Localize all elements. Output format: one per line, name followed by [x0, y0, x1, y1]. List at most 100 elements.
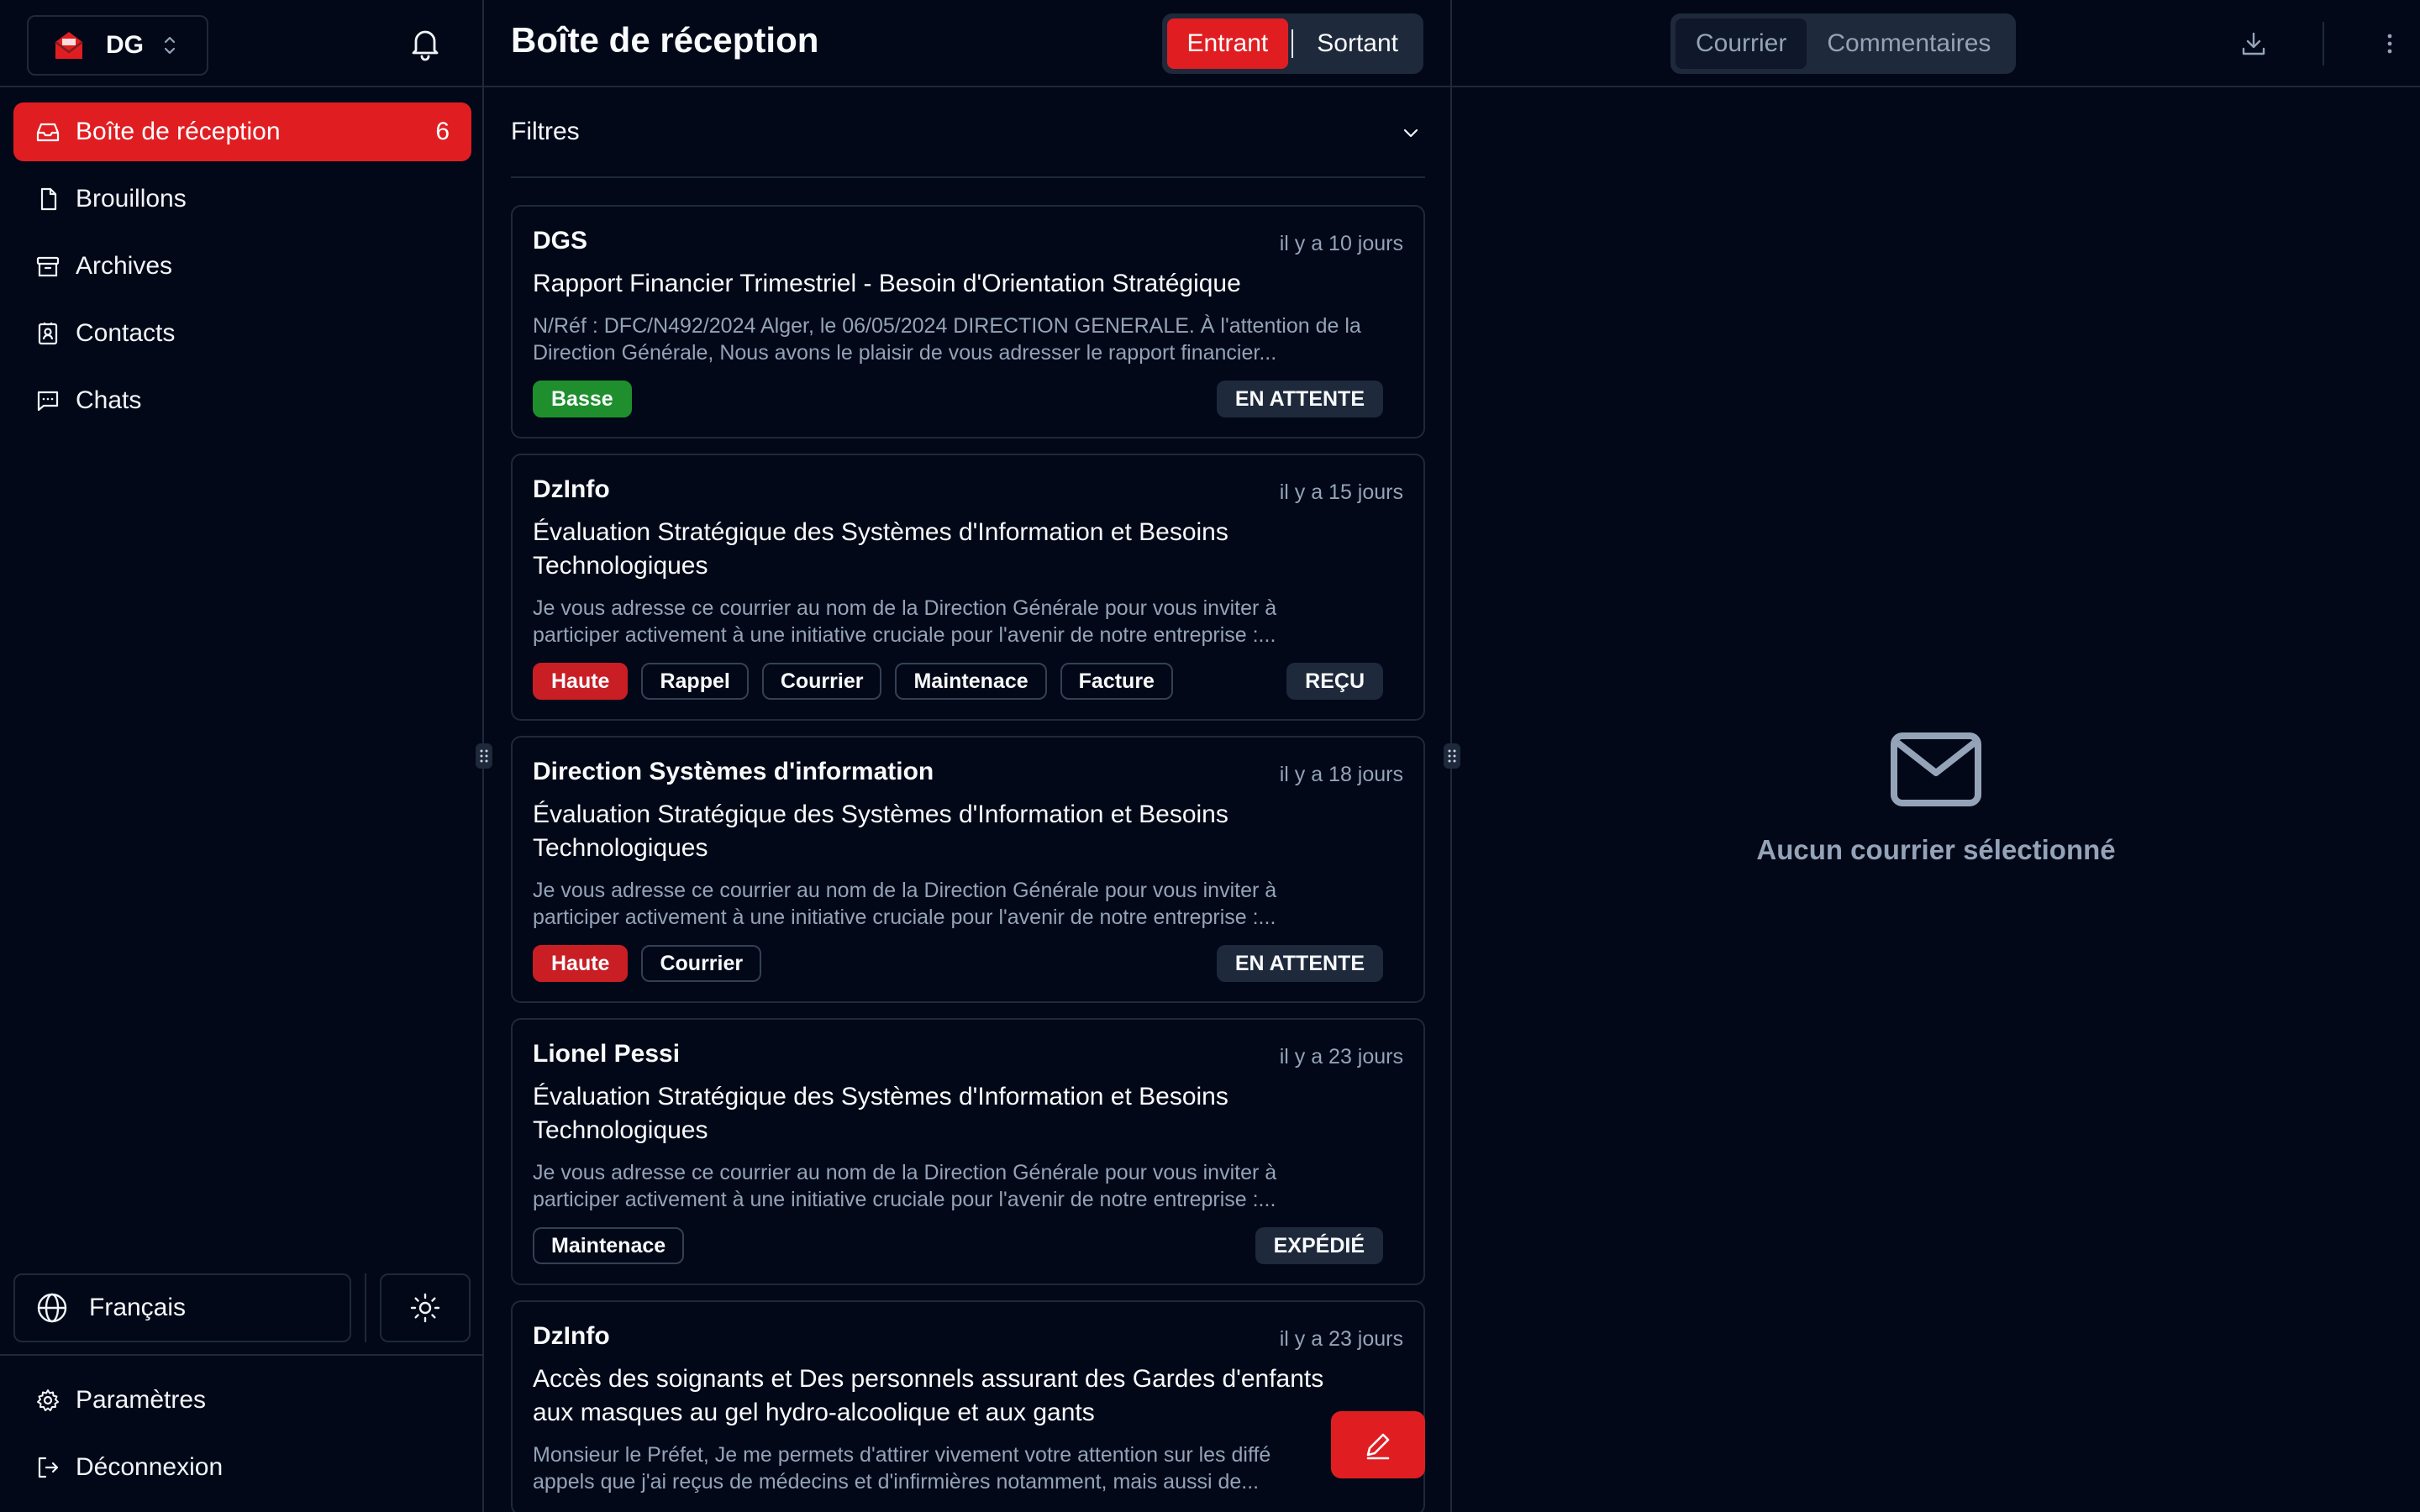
sidebar-item-contacts[interactable]: Contacts [13, 304, 471, 363]
sidebar-item-chats[interactable]: Chats [13, 371, 471, 430]
tab-mail[interactable]: Courrier [1676, 18, 1807, 69]
filters-accordion[interactable]: Filtres [511, 87, 1425, 178]
mail-preview-line: Je vous adresse ce courrier au nom de la… [533, 1161, 1277, 1184]
mail-date: il y a 23 jours [1279, 1327, 1403, 1351]
chat-icon [37, 391, 59, 412]
sidebar-item-label: Brouillons [76, 185, 187, 213]
mail-subject-line: Évaluation Stratégique des Systèmes d'In… [533, 801, 1228, 828]
org-name: DG [106, 31, 144, 59]
mail-tag: Courrier [641, 945, 762, 982]
theme-toggle-button[interactable] [380, 1273, 471, 1342]
mail-card[interactable]: Lionel Pessi il y a 23 jours Évaluation … [511, 1018, 1425, 1285]
mail-preview-line: Je vous adresse ce courrier au nom de la… [533, 596, 1277, 620]
mail-preview-line: Monsieur le Préfet, Je me permets d'atti… [533, 1443, 1271, 1467]
status-badge: EN ATTENTE [1216, 381, 1383, 417]
empty-state-text: Aucun courrier sélectionné [1756, 834, 2116, 865]
mail-card[interactable]: DGS il y a 10 jours Rapport Financier Tr… [511, 205, 1425, 438]
mail-date: il y a 18 jours [1279, 763, 1403, 786]
file-icon [40, 187, 57, 211]
sidebar-header: DG [0, 0, 482, 87]
inbox-icon [36, 123, 60, 142]
more-vertical-icon[interactable] [2375, 29, 2405, 59]
org-switcher[interactable]: DG [27, 15, 208, 76]
gear-icon [37, 1389, 59, 1411]
logout-link[interactable]: Déconnexion [13, 1438, 469, 1497]
settings-label: Paramètres [76, 1386, 207, 1414]
inbox-panel: Boîte de réception Entrant Sortant Filtr… [484, 0, 1452, 1512]
detail-tabs: Courrier Commentaires [1670, 13, 2017, 74]
logout-icon [38, 1457, 59, 1478]
mail-preview: Je vous adresse ce courrier au nom de la… [533, 595, 1403, 648]
page-title: Boîte de réception [511, 20, 819, 60]
mail-subject-line: Technologiques [533, 552, 708, 580]
sidebar-item-archives[interactable]: Archives [13, 237, 471, 296]
envelope-icon [1891, 732, 1981, 806]
archive-icon [36, 256, 60, 277]
mail-subject-line: aux masques au gel hydro-alcoolique et a… [533, 1399, 1095, 1426]
mail-footer: Maintenace EXPÉDIÉ [533, 1226, 1403, 1265]
mail-preview-line: participer activement à une initiative c… [533, 1188, 1276, 1211]
status-badge: EN ATTENTE [1216, 945, 1383, 982]
divider [365, 1273, 366, 1342]
logout-label: Déconnexion [76, 1453, 224, 1481]
mail-date: il y a 23 jours [1279, 1045, 1403, 1068]
mail-card[interactable]: DzInfo il y a 15 jours Évaluation Straté… [511, 454, 1425, 721]
mail-sender: Direction Systèmes d'information [533, 758, 934, 785]
chevron-updown-icon [164, 36, 176, 55]
mail-date: il y a 15 jours [1279, 480, 1403, 504]
mail-preview: Monsieur le Préfet, Je me permets d'atti… [533, 1441, 1403, 1495]
toggle-outgoing[interactable]: Sortant [1297, 18, 1418, 69]
language-label: Français [89, 1294, 187, 1321]
toggle-divider [1292, 29, 1294, 58]
sidebar-item-inbox[interactable]: Boîte de réception 6 [13, 102, 471, 161]
mail-card[interactable]: DzInfo il y a 23 jours Accès des soignan… [511, 1300, 1425, 1512]
status-badge: REÇU [1286, 663, 1383, 700]
priority-badge: Basse [533, 381, 632, 417]
grip-icon [1448, 749, 1456, 763]
pen-icon [1366, 1433, 1390, 1460]
chevron-down-icon [1403, 129, 1418, 138]
mail-preview: N/Réf : DFC/N492/2024 Alger, le 06/05/20… [533, 312, 1403, 366]
mail-sender: DzInfo [533, 475, 610, 503]
empty-state: Aucun courrier sélectionné [1452, 731, 2420, 866]
mail-preview-line: Je vous adresse ce courrier au nom de la… [533, 879, 1277, 902]
sidebar: DG Boîte de réception 6 Brouillons Archi… [0, 0, 484, 1512]
mail-preview-line: participer activement à une initiative c… [533, 623, 1276, 647]
mail-subject: Évaluation Stratégique des Systèmes d'In… [533, 1080, 1403, 1147]
direction-toggle: Entrant Sortant [1161, 13, 1423, 74]
mail-preview-line: N/Réf : DFC/N492/2024 Alger, le 06/05/20… [533, 314, 1361, 338]
priority-badge: Haute [533, 663, 629, 700]
mail-tag: Courrier [761, 663, 882, 700]
language-select[interactable]: Français [13, 1273, 351, 1342]
mail-card[interactable]: Direction Systèmes d'information il y a … [511, 736, 1425, 1003]
mail-sender: DGS [533, 227, 588, 255]
toggle-incoming[interactable]: Entrant [1166, 18, 1289, 69]
divider [2323, 22, 2324, 66]
app: DG Boîte de réception 6 Brouillons Archi… [0, 0, 2420, 1512]
settings-link[interactable]: Paramètres [13, 1371, 469, 1430]
download-icon[interactable] [2238, 29, 2269, 59]
mail-subject-line: Technologiques [533, 834, 708, 862]
mail-sender: Lionel Pessi [533, 1040, 681, 1068]
mail-tag: Rappel [641, 663, 749, 700]
resize-handle-right[interactable] [1444, 743, 1460, 769]
inbox-header: Boîte de réception Entrant Sortant [484, 0, 1450, 87]
compose-button[interactable] [1331, 1411, 1425, 1478]
sidebar-item-drafts[interactable]: Brouillons [13, 170, 471, 228]
tab-comments[interactable]: Commentaires [1807, 18, 2011, 69]
mail-preview-line: Direction Générale, Nous avons le plaisi… [533, 341, 1277, 365]
mail-tag: Maintenace [895, 663, 1047, 700]
mail-footer: Haute Rappel Courrier Maintenace Facture… [533, 662, 1403, 701]
sidebar-item-label: Contacts [76, 319, 176, 347]
mail-subject-line: Technologiques [533, 1116, 708, 1144]
mail-list: DGS il y a 10 jours Rapport Financier Tr… [511, 205, 1425, 1512]
sidebar-footer: Paramètres Déconnexion [0, 1354, 482, 1505]
resize-handle-left[interactable] [476, 743, 492, 769]
grip-icon [480, 749, 488, 763]
mail-subject-line: Évaluation Stratégique des Systèmes d'In… [533, 518, 1228, 546]
notification-bell-icon[interactable] [407, 25, 444, 62]
sidebar-preferences: Français [13, 1273, 471, 1342]
mail-tag: Maintenace [533, 1227, 685, 1264]
status-badge: EXPÉDIÉ [1255, 1227, 1383, 1264]
mail-sender: DzInfo [533, 1322, 610, 1350]
